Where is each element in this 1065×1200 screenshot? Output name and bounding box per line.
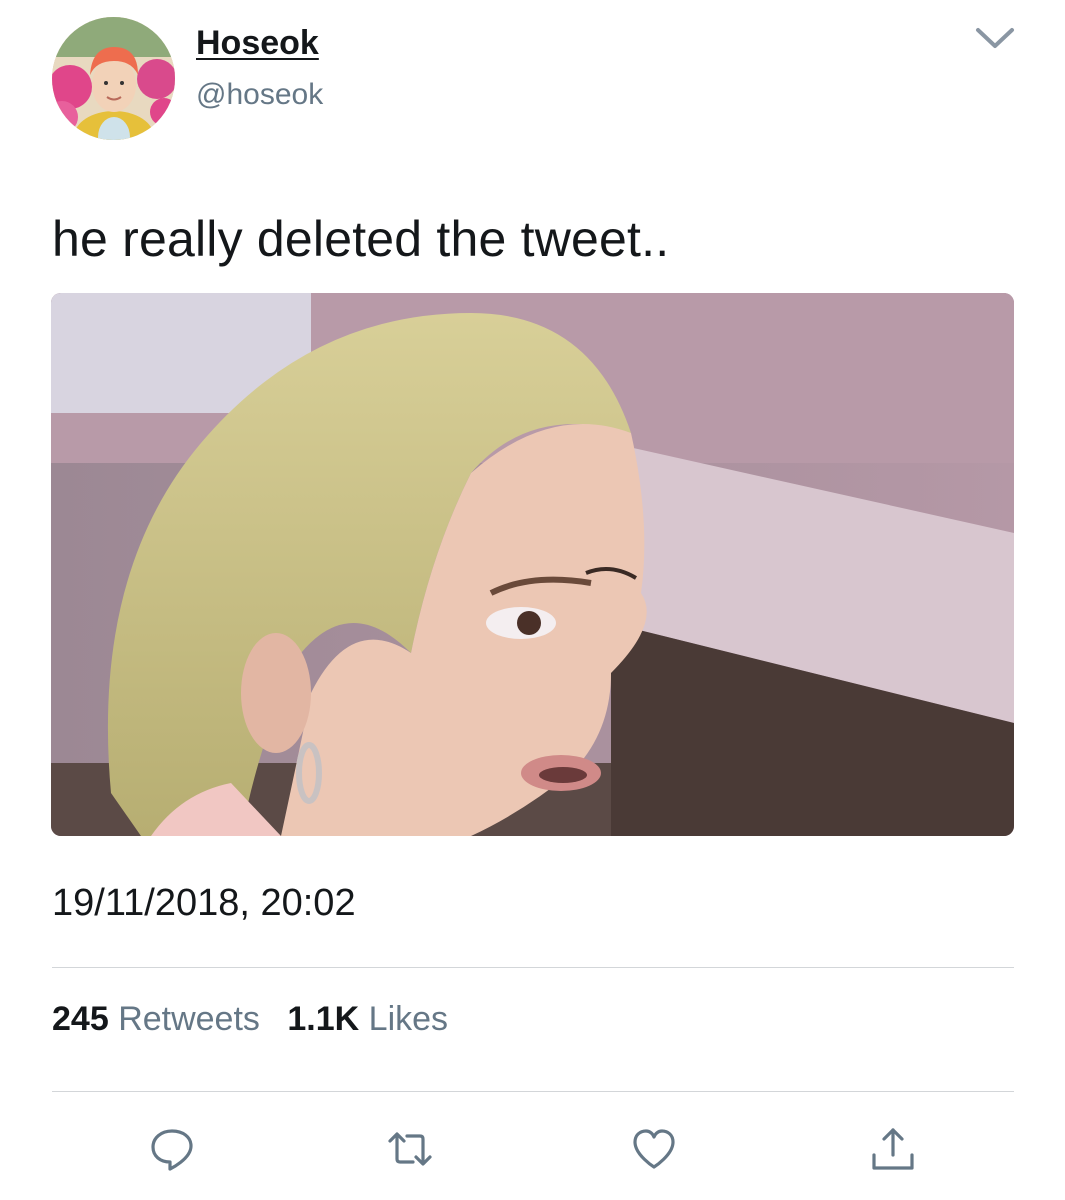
chevron-down-icon[interactable] xyxy=(972,22,1018,52)
retweets-stat[interactable]: 245 Retweets xyxy=(52,1000,260,1038)
tweet-media-image[interactable] xyxy=(51,293,1014,836)
tweet-timestamp[interactable]: 19/11/2018, 20:02 xyxy=(52,882,356,925)
likes-stat[interactable]: 1.1K Likes xyxy=(287,1000,448,1038)
avatar[interactable] xyxy=(52,17,175,140)
divider xyxy=(52,967,1014,968)
likes-count: 1.1K xyxy=(287,1000,360,1038)
tweet-stats: 245 Retweets 1.1K Likes xyxy=(52,1000,466,1039)
likes-label: Likes xyxy=(368,1000,449,1038)
user-handle: @hoseok xyxy=(196,78,324,111)
display-name[interactable]: Hoseok xyxy=(196,24,319,63)
retweets-label: Retweets xyxy=(118,1000,260,1038)
reply-icon[interactable] xyxy=(148,1125,196,1173)
retweets-count: 245 xyxy=(52,1000,109,1038)
avatar-image xyxy=(52,17,175,140)
tweet-text: he really deleted the tweet.. xyxy=(52,211,670,267)
retweet-icon[interactable] xyxy=(386,1125,434,1173)
share-icon[interactable] xyxy=(869,1125,917,1173)
divider xyxy=(52,1091,1014,1092)
heart-icon[interactable] xyxy=(630,1125,678,1173)
